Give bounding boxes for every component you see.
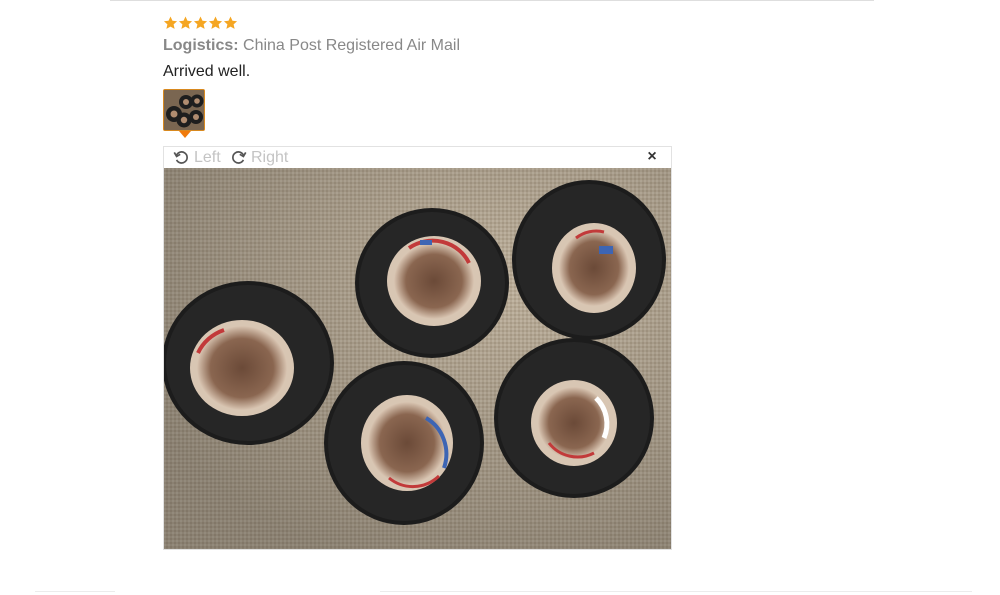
logistics-label: Logistics: <box>163 37 239 54</box>
star-icon <box>178 16 193 29</box>
tape-rolls-thumbnail-image <box>164 90 204 130</box>
rotate-left-label: Left <box>194 149 221 166</box>
rotate-right-label: Right <box>251 149 289 166</box>
viewer-toolbar: Left Right × <box>164 147 671 168</box>
tape-rolls-photo <box>164 168 671 549</box>
logistics-value: China Post Registered Air Mail <box>243 37 460 54</box>
top-divider <box>110 0 874 1</box>
star-icon <box>208 16 223 29</box>
star-rating <box>163 15 238 33</box>
divider-right <box>380 591 972 592</box>
photo-viewer: Left Right × <box>163 146 672 550</box>
logistics-line: Logistics: China Post Registered Air Mai… <box>163 36 460 56</box>
review-photo-large <box>164 168 671 549</box>
rotate-right-button[interactable]: Right <box>230 147 288 168</box>
star-icon <box>223 16 238 29</box>
close-icon[interactable]: × <box>645 149 659 165</box>
star-icon <box>163 16 178 29</box>
star-icon <box>193 16 208 29</box>
thumbnail-selected-pointer <box>179 131 191 138</box>
rotate-right-icon <box>232 151 247 164</box>
review-text: Arrived well. <box>163 63 251 80</box>
rotate-left-icon <box>173 151 188 164</box>
review-page: Logistics: China Post Registered Air Mai… <box>0 0 1000 595</box>
divider-left <box>35 591 115 592</box>
review-photo-thumbnail[interactable] <box>163 89 205 131</box>
rotate-left-button[interactable]: Left <box>173 147 221 168</box>
